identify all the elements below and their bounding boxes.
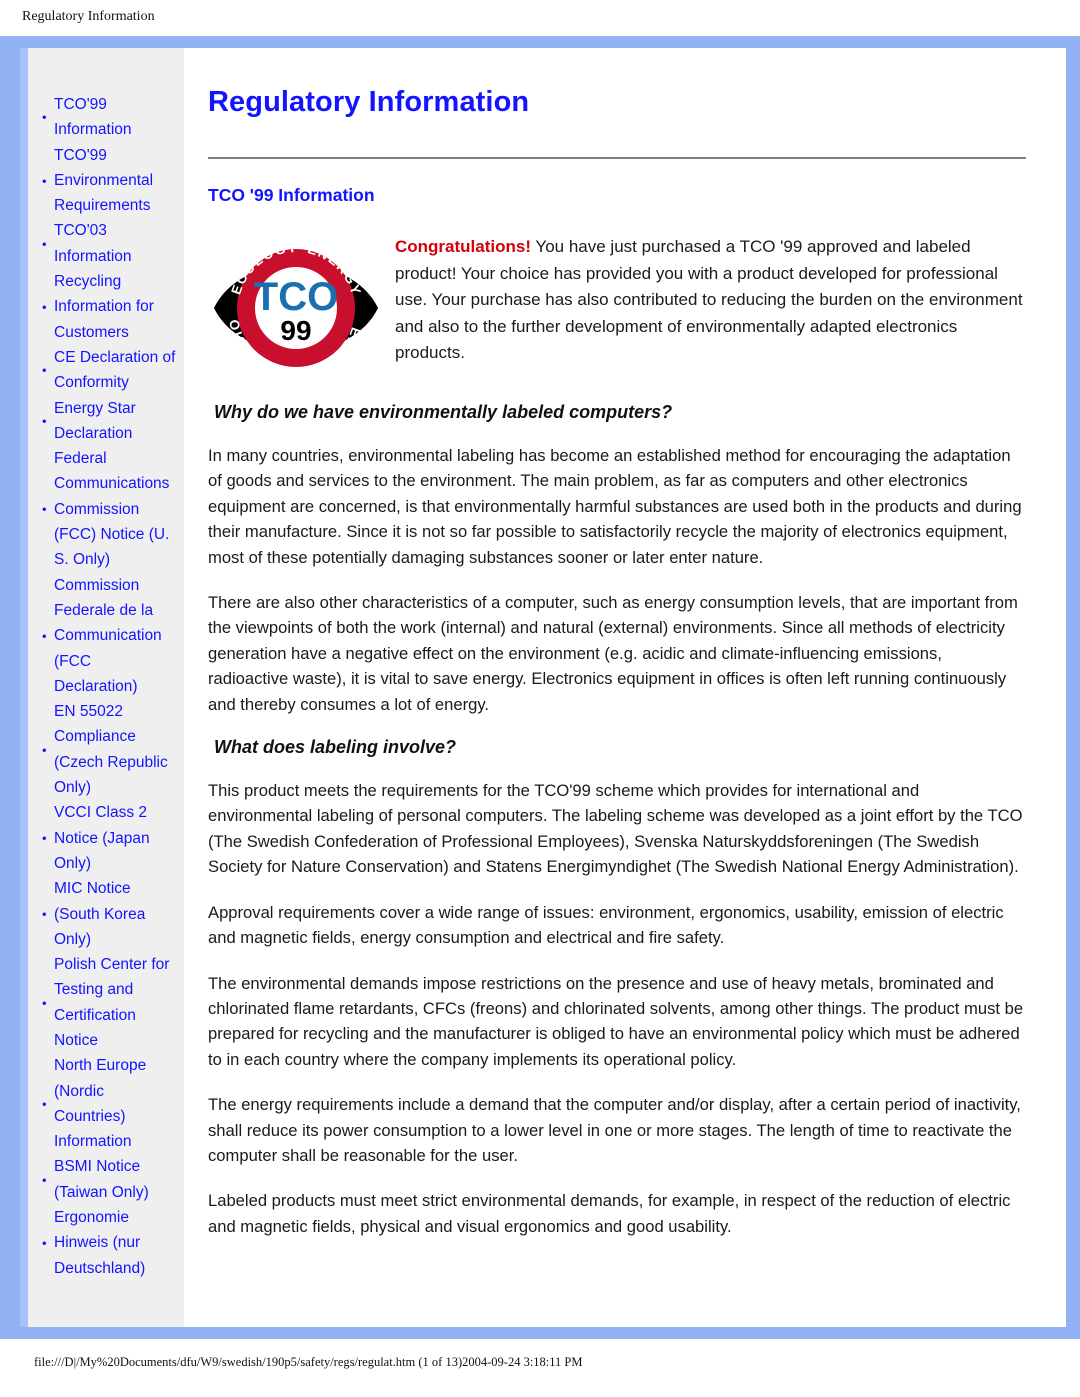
- title-divider: [208, 157, 1026, 159]
- subheading-what-labeling-involves: What does labeling involve?: [214, 737, 457, 758]
- sidebar-item-vcci-class2[interactable]: VCCI Class 2 Notice (Japan Only): [42, 800, 178, 876]
- page-title: Regulatory Information: [208, 86, 530, 118]
- subheading-why-labeled: Why do we have environmentally labeled c…: [214, 402, 673, 422]
- section-title-tco99: TCO '99 Information: [208, 185, 375, 205]
- sidebar-item-tco03-information[interactable]: TCO'03 Information: [42, 218, 178, 269]
- sidebar-item-tco99-environmental[interactable]: TCO'99 Environmental Requirements: [42, 143, 178, 219]
- main-content: Regulatory Information TCO '99 Informati…: [184, 48, 1066, 1327]
- print-header: Regulatory Information: [0, 0, 1080, 36]
- sidebar-item-mic-notice[interactable]: MIC Notice (South Korea Only): [42, 876, 178, 952]
- sidebar-item-bsmi-notice[interactable]: BSMI Notice (Taiwan Only): [42, 1154, 178, 1205]
- tco-99-logo: ECOLOGY ENERGY ERGONOMICS EMISSIONS TCO …: [202, 220, 383, 382]
- paragraph-environmental-labeling: In many countries, environmental labelin…: [208, 446, 1022, 567]
- sidebar-item-tco99-information[interactable]: TCO'99 Information: [42, 92, 178, 143]
- sidebar-item-fcc-notice[interactable]: Federal Communications Commission (FCC) …: [42, 446, 178, 572]
- document-body: TCO'99 Information TCO'99 Environmental …: [20, 48, 1066, 1327]
- sidebar-item-recycling-information[interactable]: Recycling Information for Customers: [42, 269, 178, 345]
- tco-year-99: 99: [280, 315, 311, 346]
- page-footer: file:///D|/My%20Documents/dfu/W9/swedish…: [0, 1355, 1080, 1370]
- sidebar-item-en55022-compliance[interactable]: EN 55022 Compliance (Czech Republic Only…: [42, 699, 178, 800]
- sidebar-link-list: TCO'99 Information TCO'99 Environmental …: [28, 92, 184, 1281]
- document-frame: TCO'99 Information TCO'99 Environmental …: [0, 36, 1080, 1339]
- sidebar-item-energy-star[interactable]: Energy Star Declaration: [42, 396, 178, 447]
- intro-block: ECOLOGY ENERGY ERGONOMICS EMISSIONS TCO …: [202, 220, 1026, 382]
- paragraph-approval-requirements: Approval requirements cover a wide range…: [208, 902, 1004, 948]
- paragraph-tco99-scheme: This product meets the requirements for …: [208, 781, 1023, 877]
- sidebar-item-polish-center[interactable]: Polish Center for Testing and Certificat…: [42, 952, 178, 1053]
- sidebar-navigation: TCO'99 Information TCO'99 Environmental …: [28, 48, 184, 1327]
- tco-wordmark: TCO: [254, 275, 338, 319]
- footer-file-path: file:///D|/My%20Documents/dfu/W9/swedish…: [34, 1355, 583, 1369]
- paragraph-computer-characteristics: There are also other characteristics of …: [208, 593, 1018, 714]
- paragraph-energy-requirements: The energy requirements include a demand…: [208, 1095, 1021, 1165]
- paragraph-labeled-products: Labeled products must meet strict enviro…: [208, 1191, 1011, 1236]
- intro-paragraph: Congratulations! You have just purchased…: [383, 234, 1026, 367]
- sidebar-item-ergonomie-hinweis[interactable]: Ergonomie Hinweis (nur Deutschland): [42, 1205, 178, 1281]
- sidebar-item-fcc-declaration-federale[interactable]: Commission Federale de la Communication …: [42, 573, 178, 699]
- paragraph-environmental-demands: The environmental demands impose restric…: [208, 973, 1024, 1069]
- print-header-title: Regulatory Information: [22, 9, 155, 24]
- sidebar-item-ce-declaration[interactable]: CE Declaration of Conformity: [42, 345, 178, 396]
- congratulations-lead: Congratulations!: [395, 237, 531, 256]
- sidebar-item-north-europe[interactable]: North Europe (Nordic Countries) Informat…: [42, 1053, 178, 1154]
